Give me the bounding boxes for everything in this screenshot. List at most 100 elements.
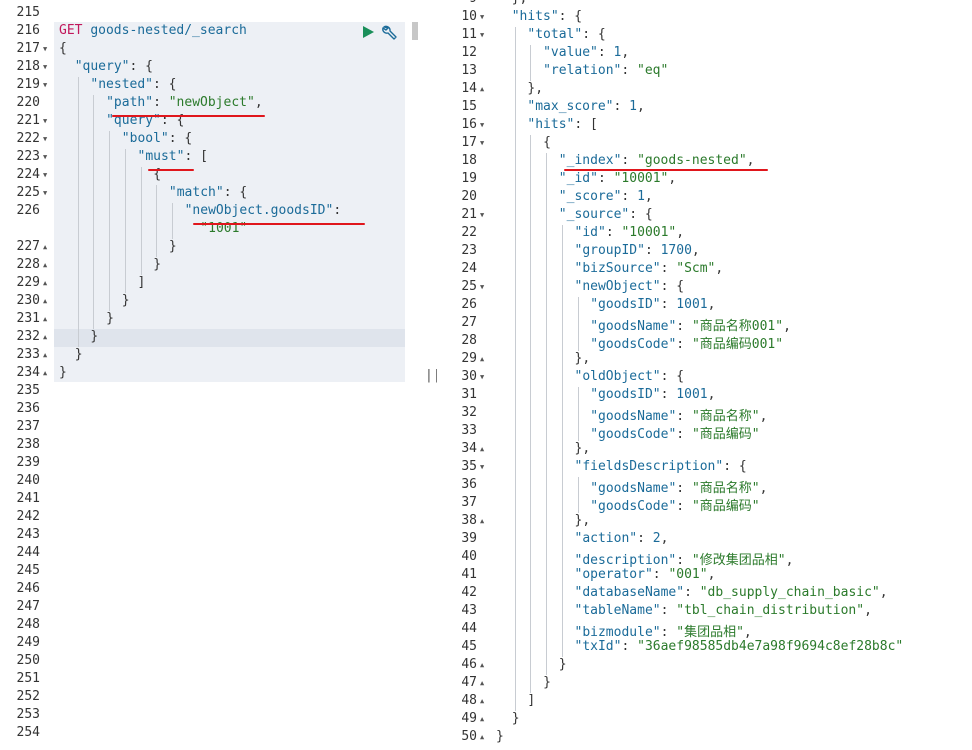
line-number: 24 xyxy=(461,261,477,276)
code-token: 1 xyxy=(637,189,645,204)
code-token: "商品编码001" xyxy=(691,337,784,352)
line-number: 21 xyxy=(461,207,477,222)
fold-up-icon[interactable]: ▲ xyxy=(43,369,47,377)
fold-up-icon[interactable]: ▲ xyxy=(43,333,47,341)
line-number: 222 xyxy=(16,131,40,146)
fold-down-icon[interactable]: ▼ xyxy=(480,31,484,39)
fold-up-icon[interactable]: ▲ xyxy=(43,315,47,323)
code-line: "goodsCode": "商品编码001" xyxy=(590,333,783,352)
code-line: "groupID": 1700, xyxy=(575,243,700,258)
fold-up-icon[interactable]: ▲ xyxy=(43,243,47,251)
code-token: "goodsID" xyxy=(590,297,661,312)
line-number: 23 xyxy=(461,243,477,258)
red-underline-annotation xyxy=(112,115,265,117)
fold-up-icon[interactable]: ▲ xyxy=(480,85,484,93)
code-token: : xyxy=(676,481,692,496)
code-token: } xyxy=(153,257,162,272)
line-number: 220 xyxy=(16,95,40,110)
code-token: "tbl_chain_distribution" xyxy=(676,603,865,618)
fold-up-icon[interactable]: ▲ xyxy=(480,661,484,669)
fold-down-icon[interactable]: ▼ xyxy=(43,153,47,161)
code-token: } xyxy=(106,311,114,326)
code-token: : { xyxy=(168,131,193,146)
fold-up-icon[interactable]: ▲ xyxy=(43,279,47,287)
code-line: }, xyxy=(575,513,591,528)
code-token: } xyxy=(59,365,67,380)
code-token: : { xyxy=(129,59,153,74)
code-token: , xyxy=(636,99,645,114)
line-number: 45 xyxy=(461,639,477,654)
code-line: "path": "newObject", xyxy=(106,95,263,110)
line-number: 249 xyxy=(16,635,40,650)
code-line: "newObject": { xyxy=(575,279,685,294)
line-number: 14 xyxy=(461,81,477,96)
fold-up-icon[interactable]: ▲ xyxy=(43,261,47,269)
fold-down-icon[interactable]: ▼ xyxy=(480,283,484,291)
code-token: }, xyxy=(574,441,591,456)
line-number: 247 xyxy=(16,599,40,614)
code-token: "_id" xyxy=(558,171,598,186)
fold-down-icon[interactable]: ▼ xyxy=(480,139,484,147)
code-token: }, xyxy=(527,81,544,96)
fold-down-icon[interactable]: ▼ xyxy=(43,189,47,197)
code-line: "tableName": "tbl_chain_distribution", xyxy=(575,603,872,618)
indent-guide xyxy=(577,297,579,351)
fold-down-icon[interactable]: ▼ xyxy=(480,373,484,381)
code-token: "商品名称" xyxy=(691,481,760,496)
fold-down-icon[interactable]: ▼ xyxy=(43,135,47,143)
code-token: { xyxy=(543,135,551,150)
code-token: "bool" xyxy=(121,131,169,146)
code-token: : xyxy=(660,261,677,276)
code-line: } xyxy=(559,657,567,672)
fold-up-icon[interactable]: ▲ xyxy=(43,297,47,305)
fold-up-icon[interactable]: ▲ xyxy=(480,715,484,723)
code-token: 1 xyxy=(629,99,637,114)
code-token: }, xyxy=(512,0,528,6)
fold-down-icon[interactable]: ▼ xyxy=(43,63,47,71)
code-token: : xyxy=(676,499,692,514)
fold-down-icon[interactable]: ▼ xyxy=(480,463,484,471)
fold-down-icon[interactable]: ▼ xyxy=(480,211,484,219)
wrench-icon[interactable] xyxy=(380,24,398,40)
code-token: "relation" xyxy=(543,63,622,78)
fold-up-icon[interactable]: ▲ xyxy=(480,733,484,741)
code-token: "fieldsDescription" xyxy=(574,459,724,474)
code-token: { xyxy=(59,41,67,56)
code-token: "10001" xyxy=(621,225,677,240)
request-editor[interactable]: 215 216 217 218 219 220 221 222 223 224 225 226 227 2… xyxy=(0,0,420,750)
fold-down-icon[interactable]: ▼ xyxy=(43,45,47,53)
request-block-highlight xyxy=(54,22,405,382)
code-token: : xyxy=(676,427,692,442)
code-token: : xyxy=(597,45,614,60)
fold-down-icon[interactable]: ▼ xyxy=(43,171,47,179)
line-number: 228 xyxy=(16,257,40,272)
request-scrollbar-thumb[interactable] xyxy=(412,22,418,40)
code-line: }, xyxy=(575,351,591,366)
code-token: "nested" xyxy=(90,77,154,92)
fold-down-icon[interactable]: ▼ xyxy=(43,117,47,125)
code-line: } xyxy=(122,293,130,308)
line-number: 216 xyxy=(16,23,40,38)
fold-down-icon[interactable]: ▼ xyxy=(43,81,47,89)
fold-up-icon[interactable]: ▲ xyxy=(480,517,484,525)
fold-down-icon[interactable]: ▼ xyxy=(480,121,484,129)
indent-guide xyxy=(546,153,548,675)
fold-up-icon[interactable]: ▲ xyxy=(43,351,47,359)
code-line: "goodsID": 1001, xyxy=(590,297,715,312)
line-number: 38 xyxy=(461,513,477,528)
fold-down-icon[interactable]: ▼ xyxy=(480,13,484,21)
code-token: "10001" xyxy=(613,171,669,186)
code-token: "36aef98585db4e7a98f9694c8ef28b8c" xyxy=(637,639,904,654)
response-viewer[interactable]: 9101112131415161718192021222324252627282… xyxy=(437,0,972,750)
code-token: "商品编码" xyxy=(691,499,760,514)
code-token: 1700 xyxy=(660,243,692,258)
fold-up-icon[interactable]: ▲ xyxy=(480,445,484,453)
code-token: }, xyxy=(574,513,591,528)
fold-up-icon[interactable]: ▲ xyxy=(480,355,484,363)
fold-up-icon[interactable]: ▲ xyxy=(480,697,484,705)
play-icon[interactable] xyxy=(361,25,375,39)
code-line: "match": { xyxy=(169,185,247,200)
code-token: , xyxy=(759,409,768,424)
code-token: : { xyxy=(660,279,685,294)
fold-up-icon[interactable]: ▲ xyxy=(480,679,484,687)
